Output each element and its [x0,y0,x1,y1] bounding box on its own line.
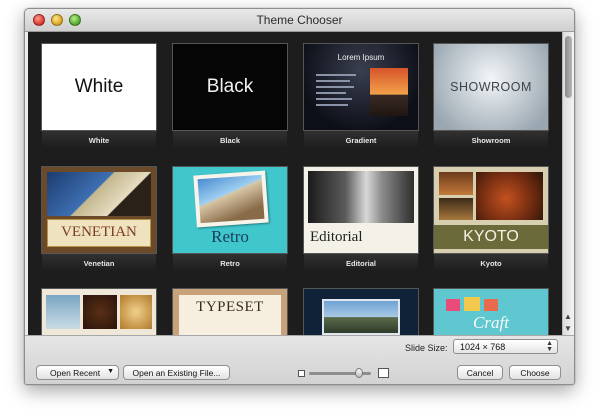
theme-tile-showroom[interactable]: SHOWROOM Showroom [434,44,548,154]
photo-frame [193,170,269,228]
photo [120,295,152,329]
theme-thumbnail: Editorial [304,167,418,253]
theme-tile-retro[interactable]: Retro Retro [173,167,287,277]
scroll-down-arrow-icon[interactable]: ▼ [564,324,572,333]
up-down-arrows-icon: ▲ ▼ [546,340,553,353]
theme-tile-photo-grid[interactable] [42,289,156,335]
sunset-photo [370,68,408,116]
sticker [484,299,498,311]
portrait-photo [308,171,414,223]
title-panel: VENETIAN [47,219,151,247]
architecture-photo [47,172,151,216]
large-thumbnail-icon [378,368,389,378]
theme-preview-text: Editorial [310,229,363,245]
theme-tile-venetian[interactable]: VENETIAN Venetian [42,167,156,277]
sticker [446,299,460,311]
theme-thumbnail: Lorem Ipsum [304,44,418,130]
slide-size-label: Slide Size: [405,343,448,353]
theme-thumbnail: Black [173,44,287,130]
open-recent-label: Open Recent [50,368,101,378]
theme-tile-editorial[interactable]: Editorial Editorial [304,167,418,277]
food-photo [439,172,473,195]
choose-button[interactable]: Choose [509,365,561,380]
theme-preview-text: SHOWROOM [450,80,532,94]
theme-preview-text: White [74,76,124,97]
theme-label: Showroom [471,136,511,145]
food-photo [439,198,473,220]
theme-tile-kyoto[interactable]: KYOTO Kyoto [434,167,548,277]
theme-thumbnail [42,289,156,335]
scroll-up-arrow-icon[interactable]: ▲ [564,312,572,321]
theme-preview-text: Craft [473,313,509,332]
theme-label: Kyoto [480,259,502,268]
title-panel: TYPESET [179,295,281,335]
slider-knob[interactable] [355,368,363,378]
theme-label: Venetian [83,259,115,268]
theme-label: Editorial [345,259,376,268]
theme-label: Black [219,136,240,145]
theme-thumbnail: Craft [434,289,548,335]
theme-label: Retro [220,259,240,268]
open-existing-label: Open an Existing File... [132,368,221,378]
theme-tile-gradient[interactable]: Lorem Ipsum Gradient [304,44,418,154]
scrollbar-thumb[interactable] [565,36,572,98]
slide-size-value: 1024 × 768 [460,342,506,352]
theme-thumbnail: KYOTO [434,167,548,253]
open-recent-button[interactable]: Open Recent ▼ [36,365,119,380]
open-existing-file-button[interactable]: Open an Existing File... [123,365,230,380]
theme-tile-landscape[interactable] [304,289,418,335]
theme-preview-text: Retro [211,227,249,246]
theme-chooser-window: Theme Chooser White White Black Black Lo… [24,8,575,385]
building-photo [197,174,265,224]
theme-label: Gradient [345,136,377,145]
landscape-photo [322,299,400,335]
chevron-down-icon: ▼ [107,368,114,375]
vertical-scrollbar[interactable]: ▲ ▼ [562,32,574,335]
theme-preview-text: KYOTO [434,225,548,249]
theme-thumbnail: SHOWROOM [434,44,548,130]
theme-preview-text: TYPESET [196,299,264,315]
title-bar[interactable]: Theme Chooser [25,9,574,32]
small-thumbnail-icon [298,370,305,377]
teapot-photo [476,172,543,220]
theme-gallery: White White Black Black Lorem Ipsum Grad… [28,32,562,335]
choose-label: Choose [520,368,550,378]
photo [83,295,117,329]
window-title: Theme Chooser [256,13,343,27]
theme-thumbnail [304,289,418,335]
theme-label: White [88,136,110,145]
bottom-toolbar: Slide Size: 1024 × 768 ▲ ▼ Open Recent ▼ … [25,335,574,384]
theme-tile-craft[interactable]: Craft [434,289,548,335]
theme-tile-typeset[interactable]: TYPESET [173,289,287,335]
theme-preview-text: VENETIAN [61,224,137,240]
theme-tile-white[interactable]: White White [42,44,156,154]
theme-tile-black[interactable]: Black Black [173,44,287,154]
theme-thumbnail: VENETIAN [42,167,156,253]
theme-thumbnail: White [42,44,156,130]
theme-thumbnail: Retro [173,167,287,253]
slide-size-select[interactable]: 1024 × 768 ▲ ▼ [453,339,558,354]
bullet-list-preview [316,70,364,110]
theme-preview-text: Lorem Ipsum [337,53,385,62]
theme-thumbnail: TYPESET [173,289,287,335]
title-panel: Editorial [308,227,414,249]
theme-preview-text: Black [206,76,254,97]
photo [46,295,80,329]
cancel-label: Cancel [466,368,494,378]
cancel-button[interactable]: Cancel [457,365,503,380]
sticker [464,297,480,311]
